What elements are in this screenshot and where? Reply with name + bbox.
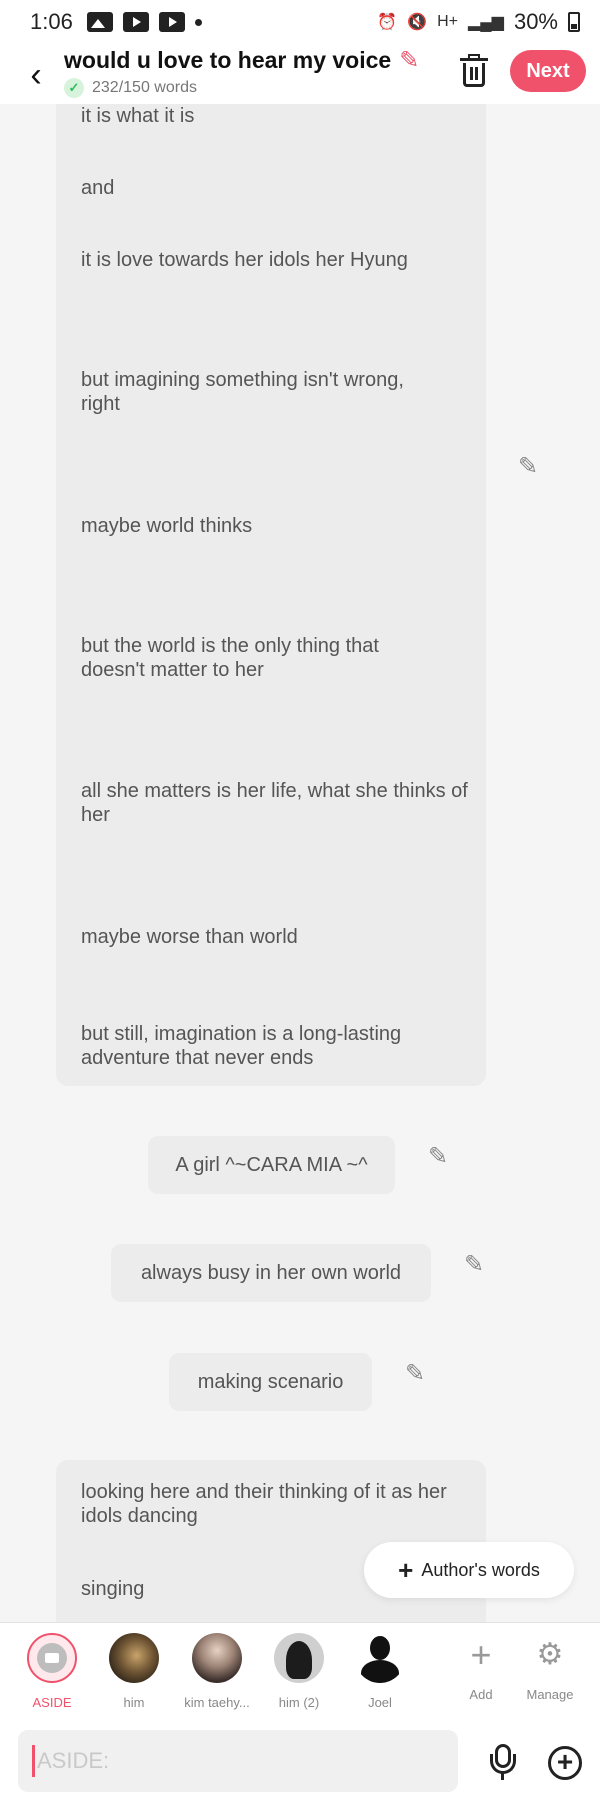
battery-icon <box>568 12 580 32</box>
aside-avatar <box>27 1633 77 1683</box>
alarm-icon: ⏰ <box>377 14 398 31</box>
check-icon: ✓ <box>64 78 84 98</box>
add-label: Add <box>469 1687 493 1702</box>
character-name: ASIDE <box>32 1695 72 1710</box>
character-name: him <box>123 1695 145 1710</box>
narration-bubble[interactable]: A girl ^~CARA MIA ~^ <box>148 1136 395 1194</box>
add-media-button[interactable]: + <box>548 1746 582 1780</box>
story-line: maybe worse than world <box>81 926 298 948</box>
character-him-2[interactable]: him (2) <box>254 1633 344 1710</box>
plus-icon: + <box>398 1555 414 1585</box>
edit-bubble-icon[interactable]: ✎ <box>464 1250 484 1279</box>
story-line: it is love towards her idols her Hyung <box>81 249 408 271</box>
character-bar: ASIDE him kim taehy... him (2) Joel + Ad… <box>0 1622 600 1722</box>
edit-bubble-icon[interactable]: ✎ <box>405 1359 425 1388</box>
signal-icon: ▂▄▆ <box>468 14 504 31</box>
youtube-notification-icon <box>158 12 185 32</box>
text-cursor <box>32 1745 35 1777</box>
mute-icon: 🔇 <box>407 14 428 31</box>
status-time: 1:06 <box>30 9 73 34</box>
word-count: 232/150 words <box>92 79 197 96</box>
character-him[interactable]: him <box>89 1633 179 1710</box>
character-name: kim taehy... <box>184 1695 250 1710</box>
character-name: Joel <box>368 1695 392 1710</box>
battery-percent: 30% <box>513 9 558 34</box>
narration-bubble[interactable]: always busy in her own world <box>111 1244 431 1302</box>
edit-title-icon[interactable]: ✎ <box>399 46 419 75</box>
message-input[interactable]: ASIDE: <box>18 1730 458 1792</box>
authors-words-label: Author's words <box>421 1559 540 1580</box>
character-aside[interactable]: ASIDE <box>7 1633 97 1710</box>
narration-bubble[interactable]: making scenario <box>169 1353 372 1411</box>
chevron-left-icon: ‹ <box>30 55 42 94</box>
delete-button[interactable] <box>458 54 490 90</box>
story-line: it is what it is <box>81 105 195 127</box>
story-line: looking here and their thinking of it as… <box>81 1481 447 1527</box>
network-type: H+ <box>437 13 458 30</box>
gear-icon: ⚙ <box>536 1638 564 1671</box>
avatar <box>274 1633 324 1683</box>
plus-circle-icon: + <box>556 1746 574 1777</box>
character-kim-taehyung[interactable]: kim taehy... <box>172 1633 262 1710</box>
plus-icon: + <box>470 1634 492 1675</box>
narration-icon <box>37 1643 67 1673</box>
story-line: but the world is the only thing that doe… <box>81 635 379 681</box>
status-bar: 1:06 ⏰ 🔇 H+ ▂▄▆ 30% <box>0 0 600 44</box>
story-title[interactable]: would u love to hear my voice <box>64 47 391 74</box>
next-button[interactable]: Next <box>510 50 586 92</box>
avatar <box>355 1633 405 1683</box>
input-placeholder: ASIDE: <box>37 1748 110 1773</box>
avatar <box>192 1633 242 1683</box>
more-notifications-icon <box>194 18 202 26</box>
story-line: maybe world thinks <box>81 515 253 537</box>
edit-bubble-icon[interactable]: ✎ <box>518 452 538 481</box>
authors-words-button[interactable]: + Author's words <box>364 1542 574 1598</box>
manage-label: Manage <box>526 1687 574 1702</box>
story-line: but still, imagination is a long-lasting… <box>81 1023 402 1069</box>
back-button[interactable]: ‹ <box>16 50 56 100</box>
youtube-notification-icon <box>122 12 149 32</box>
add-character-button[interactable]: + Add <box>446 1634 516 1703</box>
edit-bubble-icon[interactable]: ✎ <box>428 1142 448 1171</box>
story-line: all she matters is her life, what she th… <box>81 780 468 826</box>
avatar <box>109 1633 159 1683</box>
composer-bar: ASIDE: + <box>0 1722 600 1803</box>
story-line: and <box>81 177 115 199</box>
editor-header: ‹ would u love to hear my voice ✎ ✓ 232/… <box>0 44 600 104</box>
manage-characters-button[interactable]: ⚙ Manage <box>515 1635 585 1702</box>
story-line: but imagining something isn't wrong, rig… <box>81 369 404 415</box>
gallery-notification-icon <box>86 12 113 32</box>
character-name: him (2) <box>278 1695 320 1710</box>
microphone-button[interactable] <box>488 1742 518 1782</box>
character-joel[interactable]: Joel <box>335 1633 425 1710</box>
title-block: would u love to hear my voice ✎ ✓ 232/15… <box>64 46 419 98</box>
